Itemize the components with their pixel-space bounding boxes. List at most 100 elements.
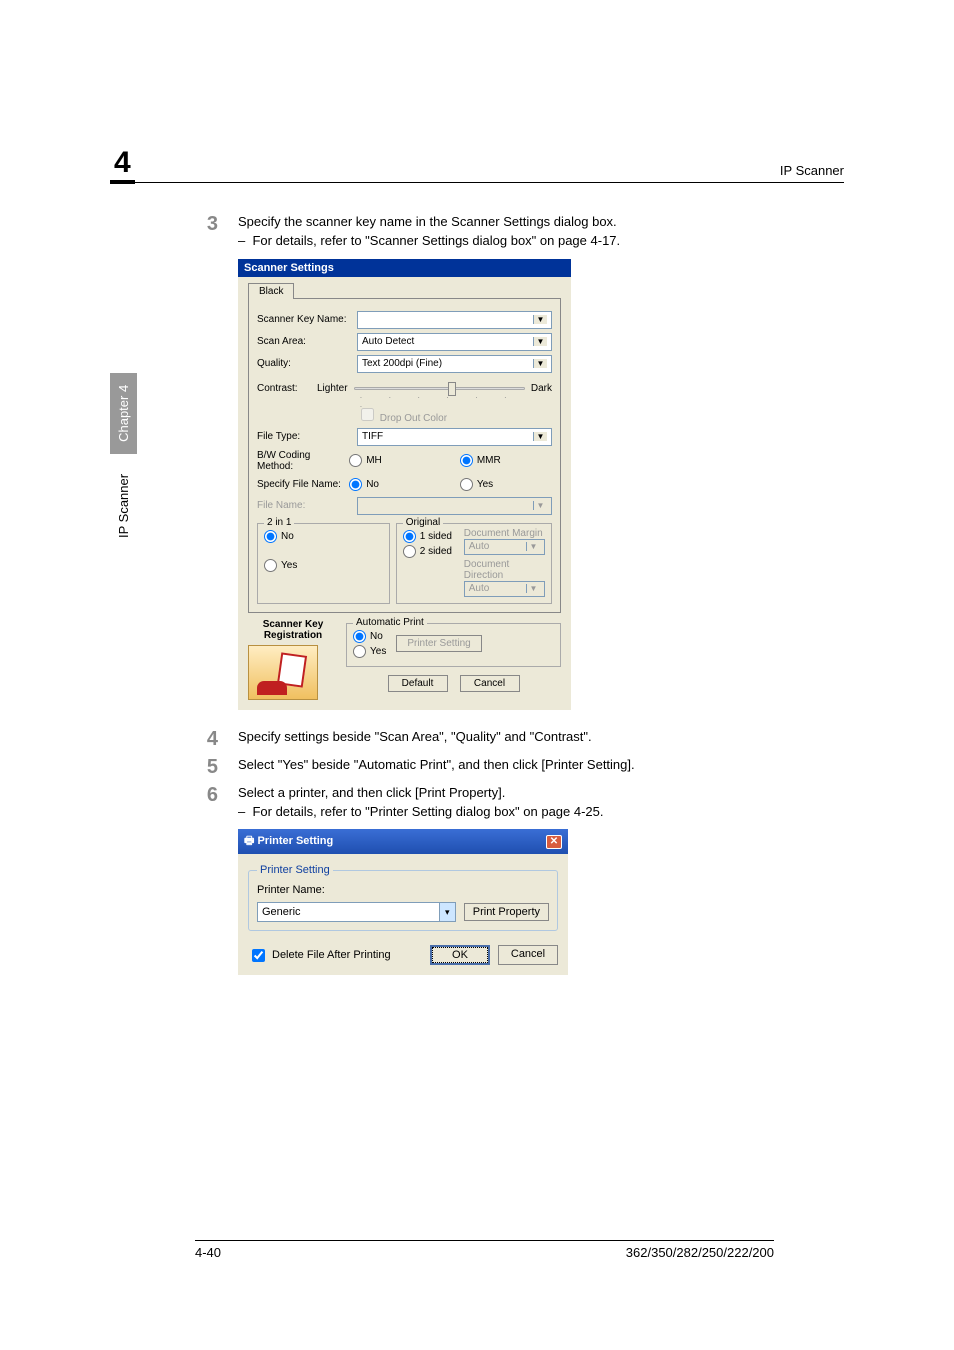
twoin1-yes-radio[interactable]: Yes	[264, 559, 383, 572]
footer-page: 4-40	[195, 1245, 221, 1260]
scanner-key-name-label: Scanner Key Name:	[257, 314, 357, 325]
autoprint-yes-label: Yes	[370, 646, 386, 657]
step-6-sub: – For details, refer to "Printer Setting…	[238, 804, 604, 819]
footer-model: 362/350/282/250/222/200	[626, 1245, 774, 1260]
twosided-label: 2 sided	[420, 546, 452, 557]
step-3: 3 Specify the scanner key name in the Sc…	[200, 213, 844, 251]
step-6-main: Select a printer, and then click [Print …	[238, 785, 505, 800]
twoin1-yes-label: Yes	[281, 560, 297, 571]
doc-direction-combo: Auto▼	[464, 581, 545, 597]
contrast-slider[interactable]: · · · · · · ·	[354, 383, 525, 401]
chevron-down-icon: ▼	[526, 584, 540, 593]
step-3-num: 3	[200, 213, 218, 251]
quality-value: Text 200dpi (Fine)	[362, 358, 442, 369]
printer-setting-fieldset: Printer Setting Printer Name: Generic ▾ …	[248, 864, 558, 931]
ok-button[interactable]: OK	[430, 945, 490, 965]
scanner-key-name-combo[interactable]: ▼	[357, 311, 552, 329]
content-area: 3 Specify the scanner key name in the Sc…	[200, 213, 844, 975]
scan-area-value: Auto Detect	[362, 336, 414, 347]
autoprint-yes-radio[interactable]: Yes	[353, 645, 386, 658]
auto-print-legend: Automatic Print	[353, 617, 427, 628]
page-header: 4 IP Scanner	[110, 140, 844, 183]
coding-mmr-radio[interactable]: MMR	[460, 454, 552, 467]
chevron-down-icon: ▼	[526, 542, 540, 551]
twoin1-no-radio[interactable]: No	[264, 530, 383, 543]
step-6-sub-text: For details, refer to "Printer Setting d…	[252, 804, 603, 819]
printer-name-combo[interactable]: Generic ▾	[257, 902, 456, 922]
delete-after-printing-checkbox[interactable]: Delete File After Printing	[248, 946, 391, 965]
doc-direction-label: Document Direction	[464, 559, 545, 581]
scanner-dialog-titlebar: Scanner Settings	[238, 259, 571, 277]
scanner-settings-dialog: Scanner Settings Black Scanner Key Name:…	[238, 259, 571, 710]
contrast-label: Contrast:	[257, 383, 317, 394]
contrast-lighter: Lighter	[317, 383, 348, 394]
specify-yes-radio[interactable]: Yes	[460, 478, 552, 491]
printer-dialog-title: 🖶 Printer Setting	[244, 832, 333, 851]
printer-name-value: Generic	[262, 906, 301, 918]
cancel-button[interactable]: Cancel	[498, 945, 558, 965]
file-type-combo[interactable]: TIFF ▼	[357, 428, 552, 446]
coding-label: B/W Coding Method:	[257, 450, 349, 472]
autoprint-no-label: No	[370, 631, 383, 642]
step-3-main: Specify the scanner key name in the Scan…	[238, 214, 617, 229]
delete-after-printing-label: Delete File After Printing	[272, 949, 391, 961]
printer-setting-legend: Printer Setting	[257, 864, 333, 876]
filename-label: File Name:	[257, 500, 357, 511]
printer-setting-button: Printer Setting	[396, 635, 481, 652]
step-5-text: Select "Yes" beside "Automatic Print", a…	[238, 756, 844, 778]
onesided-radio[interactable]: 1 sided	[403, 530, 458, 543]
tab-black[interactable]: Black	[248, 283, 294, 299]
scan-area-label: Scan Area:	[257, 336, 357, 347]
side-tab-chapter: Chapter 4	[110, 373, 137, 454]
scanner-key-reg-label: Scanner Key Registration	[248, 619, 338, 641]
step-6-text: Select a printer, and then click [Print …	[238, 784, 844, 822]
side-tab-section: IP Scanner	[110, 462, 137, 550]
print-property-button[interactable]: Print Property	[464, 903, 549, 921]
chevron-down-icon: ▼	[533, 359, 547, 368]
step-3-sub: – For details, refer to "Scanner Setting…	[238, 233, 620, 248]
page-footer: 4-40 362/350/282/250/222/200	[195, 1240, 774, 1260]
scanner-dialog-title: Scanner Settings	[244, 262, 334, 274]
step-5-num: 5	[200, 756, 218, 778]
doc-margin-label: Document Margin	[464, 528, 545, 539]
step-6-num: 6	[200, 784, 218, 822]
autoprint-no-radio[interactable]: No	[353, 630, 386, 643]
twoin1-no-label: No	[281, 531, 294, 542]
contrast-dark: Dark	[531, 383, 552, 394]
scan-area-combo[interactable]: Auto Detect ▼	[357, 333, 552, 351]
default-button[interactable]: Default	[388, 675, 448, 692]
chevron-down-icon: ▾	[439, 903, 455, 921]
specify-no-label: No	[366, 479, 379, 490]
step-4-text: Specify settings beside "Scan Area", "Qu…	[238, 728, 844, 750]
doc-margin-value: Auto	[469, 541, 490, 552]
step-4-num: 4	[200, 728, 218, 750]
quality-combo[interactable]: Text 200dpi (Fine) ▼	[357, 355, 552, 373]
specify-yes-label: Yes	[477, 479, 493, 490]
quality-label: Quality:	[257, 358, 357, 369]
twosided-radio[interactable]: 2 sided	[403, 545, 458, 558]
step-6: 6 Select a printer, and then click [Prin…	[200, 784, 844, 822]
close-icon[interactable]: ✕	[546, 835, 562, 849]
two-in-one-group: 2 in 1 No Yes	[257, 523, 390, 604]
step-4: 4 Specify settings beside "Scan Area", "…	[200, 728, 844, 750]
header-title: IP Scanner	[780, 163, 844, 178]
coding-mh-radio[interactable]: MH	[349, 454, 441, 467]
scanner-key-registration-image	[248, 645, 318, 700]
specify-filename-label: Specify File Name:	[257, 479, 349, 490]
side-tab: IP Scanner Chapter 4	[110, 373, 137, 550]
printer-name-label: Printer Name:	[257, 884, 549, 896]
two-in-one-legend: 2 in 1	[264, 517, 294, 528]
tab-panel-black: Scanner Key Name: ▼ Scan Area: Auto Dete…	[248, 298, 561, 613]
original-group: Original 1 sided 2 sided Document Margin…	[396, 523, 552, 604]
printer-setting-dialog: 🖶 Printer Setting ✕ Printer Setting Prin…	[238, 829, 568, 975]
coding-mh-label: MH	[366, 455, 382, 466]
auto-print-group: Automatic Print No Yes Printer Setting	[346, 623, 561, 667]
dropout-color-label: Drop Out Color	[380, 413, 447, 424]
chevron-down-icon: ▼	[533, 315, 547, 324]
chevron-down-icon: ▼	[533, 337, 547, 346]
chevron-down-icon: ▼	[533, 432, 547, 441]
specify-no-radio[interactable]: No	[349, 478, 441, 491]
original-legend: Original	[403, 517, 443, 528]
cancel-button[interactable]: Cancel	[460, 675, 520, 692]
doc-margin-combo: Auto ▼	[464, 539, 545, 555]
